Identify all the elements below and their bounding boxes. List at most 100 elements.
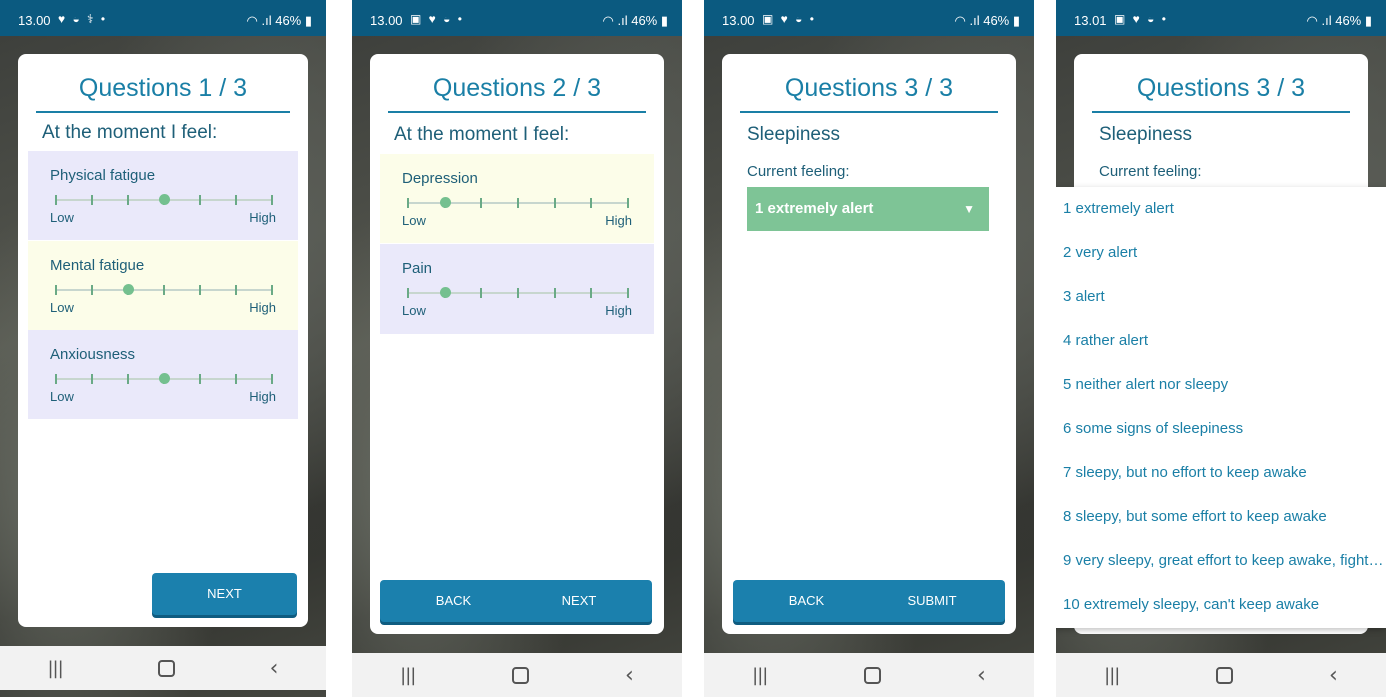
slider-tick	[407, 288, 409, 298]
slider-tick	[90, 285, 93, 295]
recent-apps-icon[interactable]: |||	[47, 658, 63, 679]
option-item[interactable]: 3 alert	[1063, 275, 1386, 319]
back-icon[interactable]: ‹	[625, 663, 634, 688]
question-pain: Pain Low High	[380, 244, 654, 334]
slider-tick	[627, 288, 629, 298]
status-bar: 13.00 ▣ ♥ ◒ • ◠ .ıl 46% ▮	[352, 0, 682, 36]
notification-icons: ♥ ◒ ⚕ •	[58, 12, 108, 26]
section-heading: Sleepiness	[747, 124, 840, 145]
question-card: Questions 2 / 3 At the moment I feel: De…	[370, 54, 664, 634]
android-nav-bar: ||| ‹	[1056, 653, 1386, 697]
option-item[interactable]: 7 sleepy, but no effort to keep awake	[1063, 451, 1386, 495]
selected-value: 1 extremely alert	[755, 200, 874, 217]
back-button[interactable]: BACK	[380, 580, 527, 622]
slider-high-label: High	[605, 213, 632, 228]
option-item[interactable]: 5 neither alert nor sleepy	[1063, 363, 1386, 407]
notification-icons: ▣ ♥ ◒ •	[410, 12, 464, 26]
recent-apps-icon[interactable]: |||	[752, 665, 768, 686]
slider-low-label: Low	[50, 210, 74, 225]
navigation-button-bar: BACK SUBMIT	[733, 580, 1005, 622]
slider-tick	[271, 195, 273, 205]
slider-tick	[163, 285, 165, 295]
page-title: Questions 1 / 3	[36, 74, 290, 113]
slider-knob[interactable]	[439, 287, 451, 298]
slider-high-label: High	[249, 210, 276, 225]
question-depression: Depression Low High	[380, 154, 654, 243]
option-item[interactable]: 10 extremely sleepy, can't keep awake	[1063, 583, 1386, 627]
back-icon[interactable]: ‹	[977, 663, 986, 688]
prompt-text: At the moment I feel:	[394, 124, 570, 145]
back-icon[interactable]: ‹	[1329, 663, 1338, 688]
page-title: Questions 2 / 3	[388, 74, 646, 113]
sleepiness-options-list: 1 extremely alert 2 very alert 3 alert 4…	[1056, 187, 1386, 628]
section-heading: Sleepiness	[1099, 124, 1192, 145]
rating-slider[interactable]	[55, 194, 273, 205]
status-right: ◠ .ıl 46% ▮	[246, 13, 312, 28]
question-mental-fatigue: Mental fatigue Low High	[28, 241, 298, 330]
android-nav-bar: ||| ‹	[0, 646, 326, 690]
option-item[interactable]: 4 rather alert	[1063, 319, 1386, 363]
slider-tick	[126, 374, 129, 384]
current-feeling-label: Current feeling:	[747, 163, 850, 180]
slider-knob[interactable]	[159, 373, 170, 384]
back-icon[interactable]: ‹	[270, 656, 279, 681]
slider-high-label: High	[249, 389, 276, 404]
recent-apps-icon[interactable]: |||	[400, 665, 416, 686]
status-time: 13.00	[722, 13, 755, 28]
status-right: ◠ .ıl 46% ▮	[1306, 13, 1372, 28]
next-button[interactable]: NEXT	[152, 573, 297, 615]
current-feeling-label: Current feeling:	[1099, 163, 1202, 180]
slider-tick	[553, 198, 556, 208]
status-right: ◠ .ıl 46% ▮	[954, 13, 1020, 28]
slider-low-label: Low	[50, 300, 74, 315]
slider-knob[interactable]	[159, 194, 170, 205]
slider-tick	[90, 195, 93, 205]
slider-tick	[198, 285, 201, 295]
option-item[interactable]: 8 sleepy, but some effort to keep awake	[1063, 495, 1386, 539]
android-nav-bar: ||| ‹	[704, 653, 1034, 697]
slider-knob[interactable]	[122, 284, 134, 295]
question-label: Mental fatigue	[50, 257, 145, 274]
question-card: Questions 3 / 3 Sleepiness Current feeli…	[722, 54, 1016, 634]
next-button[interactable]: NEXT	[516, 580, 642, 622]
slider-tick	[55, 195, 57, 205]
slider-tick	[407, 198, 409, 208]
slider-tick	[590, 198, 593, 208]
page-title: Questions 3 / 3	[1092, 74, 1350, 113]
sleepiness-select[interactable]: 1 extremely alert ▼	[747, 187, 989, 231]
back-button[interactable]: BACK	[733, 580, 880, 622]
home-icon[interactable]	[511, 666, 529, 684]
question-card: Questions 1 / 3 At the moment I feel: Ph…	[18, 54, 308, 627]
rating-slider[interactable]	[407, 197, 629, 208]
slider-knob[interactable]	[439, 197, 451, 208]
home-icon[interactable]	[157, 659, 175, 677]
status-time: 13.00	[18, 13, 51, 28]
option-item[interactable]: 1 extremely alert	[1063, 187, 1386, 231]
home-icon[interactable]	[863, 666, 881, 684]
notification-icons: ▣ ♥ ◒ •	[1114, 12, 1168, 26]
submit-button[interactable]: SUBMIT	[869, 580, 995, 622]
slider-tick	[198, 195, 201, 205]
option-item[interactable]: 9 very sleepy, great effort to keep awak…	[1063, 539, 1386, 583]
option-item[interactable]: 2 very alert	[1063, 231, 1386, 275]
slider-tick	[235, 285, 237, 295]
phone-screen-1: 13.00 ♥ ◒ ⚕ • ◠ .ıl 46% ▮ Questions 1 / …	[0, 0, 326, 697]
rating-slider[interactable]	[55, 373, 273, 384]
status-bar: 13.00 ▣ ♥ ◒ • ◠ .ıl 46% ▮	[704, 0, 1034, 36]
home-icon[interactable]	[1215, 666, 1233, 684]
prompt-text: At the moment I feel:	[42, 122, 218, 143]
slider-low-label: Low	[402, 213, 426, 228]
slider-low-label: Low	[50, 389, 74, 404]
slider-low-label: Low	[402, 303, 426, 318]
rating-slider[interactable]	[55, 284, 273, 295]
slider-tick	[55, 285, 57, 295]
slider-tick	[90, 374, 93, 384]
slider-high-label: High	[605, 303, 632, 318]
question-anxiousness: Anxiousness Low High	[28, 330, 298, 419]
slider-tick	[126, 195, 129, 205]
page-title: Questions 3 / 3	[740, 74, 998, 113]
rating-slider[interactable]	[407, 287, 629, 298]
option-item[interactable]: 6 some signs of sleepiness	[1063, 407, 1386, 451]
dropdown-arrow-icon: ▼	[963, 202, 975, 216]
recent-apps-icon[interactable]: |||	[1104, 665, 1120, 686]
